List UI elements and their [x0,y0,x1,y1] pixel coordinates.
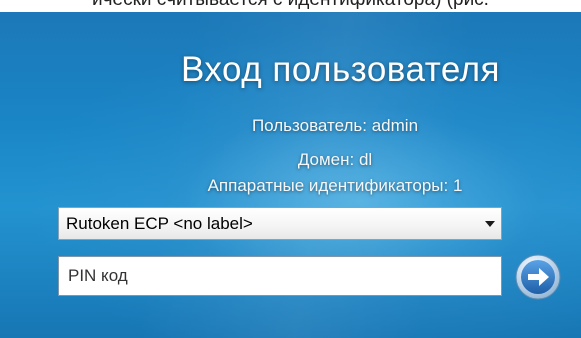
submit-button[interactable] [515,254,561,300]
pin-input[interactable] [58,256,502,296]
user-info: Пользователь: admin [251,116,419,135]
arrow-right-icon [515,254,561,300]
token-select-value: Rutoken ECP <no label> [66,213,253,233]
token-select[interactable]: Rutoken ECP <no label> [58,207,502,240]
page-title: Вход пользователя [180,50,501,89]
hardware-tokens-info: Аппаратные идентификаторы: 1 [207,176,463,195]
chevron-down-icon[interactable] [479,208,501,239]
domain-info: Домен: dl [297,150,373,169]
